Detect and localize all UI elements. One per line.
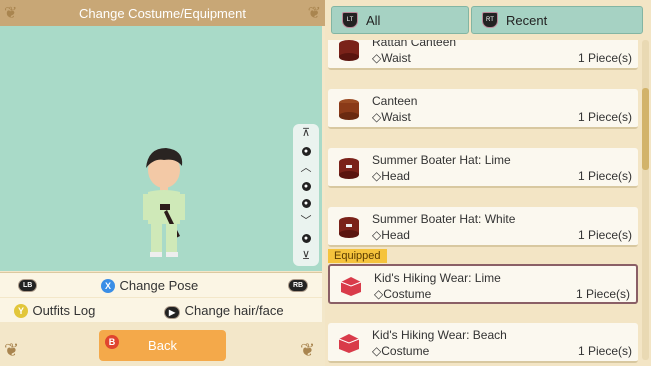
hat-box-icon (339, 217, 359, 238)
costume-box-icon (340, 277, 362, 296)
item-count: 1 Piece(s) (577, 51, 632, 65)
tab-recent[interactable]: RT Recent (471, 6, 643, 34)
lb-button-icon[interactable]: LB (18, 279, 38, 292)
list-item[interactable]: Rattan Canteen ◇Waist 1 Piece(s) (328, 40, 638, 70)
item-slot: ◇Costume (374, 287, 432, 301)
page-title: ❦ Change Costume/Equipment ❦ (0, 0, 325, 26)
canteen-icon (339, 99, 359, 120)
back-button[interactable]: B Back (99, 330, 226, 361)
item-count: 1 Piece(s) (575, 287, 630, 301)
equipped-badge: Equipped (328, 249, 387, 263)
list-item[interactable]: Canteen ◇Waist 1 Piece(s) (328, 89, 638, 129)
pose-row: LB X Change Pose RB (0, 272, 322, 297)
chevron-down-icon[interactable]: ﹀ (301, 215, 312, 227)
item-slot: ◇Costume (372, 344, 430, 358)
ornament-icon: ❦ (4, 340, 20, 360)
item-name: Summer Boater Hat: White (372, 212, 516, 226)
b-button-icon: B (105, 335, 119, 349)
page-title-text: Change Costume/Equipment (79, 5, 246, 21)
item-slot: ◇Waist (372, 51, 411, 65)
lt-button-icon: LT (342, 12, 358, 28)
zoom-button-icon[interactable]: ● (301, 182, 311, 192)
chevron-up-icon[interactable]: ︿ (301, 163, 312, 174)
hat-box-icon (339, 158, 359, 179)
y-button-icon: Y (14, 303, 28, 318)
tab-recent-label: Recent (506, 12, 548, 28)
item-slot: ◇Waist (372, 110, 411, 124)
scroll-bottom-icon[interactable]: ⊻ (302, 250, 310, 262)
camera-toolbar: ⊼ ● ︿ ● ● ﹀ ● ⊻ (293, 124, 319, 266)
change-pose-label: Change Pose (119, 278, 199, 293)
item-list[interactable]: Rattan Canteen ◇Waist 1 Piece(s) Canteen… (325, 40, 641, 366)
costume-box-icon (338, 334, 360, 353)
item-count: 1 Piece(s) (577, 169, 632, 183)
change-hair-face-button[interactable]: ▶ Change hair/face (164, 302, 284, 320)
scroll-top-icon[interactable]: ⊼ (302, 128, 310, 139)
rb-button-icon[interactable]: RB (288, 279, 309, 292)
x-button-icon: X (101, 278, 115, 293)
canteen-icon (339, 40, 359, 61)
reset-button-icon[interactable]: ● (301, 234, 311, 244)
item-name: Kid's Hiking Wear: Lime (374, 271, 501, 285)
tab-all[interactable]: LT All (331, 6, 469, 34)
item-name: Rattan Canteen (372, 40, 457, 49)
item-slot: ◇Head (372, 169, 410, 183)
list-item[interactable]: Kid's Hiking Wear: Beach ◇Costume 1 Piec… (328, 323, 638, 363)
list-item[interactable]: Summer Boater Hat: White ◇Head 1 Piece(s… (328, 207, 638, 247)
item-name: Canteen (372, 94, 418, 108)
item-count: 1 Piece(s) (577, 228, 632, 242)
item-count: 1 Piece(s) (577, 344, 632, 358)
ornament-icon: ❦ (300, 340, 316, 360)
right-stick-icon: ▶ (164, 306, 181, 319)
rt-button-icon: RT (482, 12, 498, 28)
rotate-button-icon[interactable]: ● (301, 146, 311, 156)
change-hair-face-label: Change hair/face (184, 303, 284, 318)
outfits-row: Y Outfits Log ▶ Change hair/face (0, 298, 322, 322)
ornament-icon: ❦ (307, 5, 321, 22)
list-scrollbar-thumb[interactable] (642, 88, 649, 170)
tab-all-label: All (366, 12, 381, 28)
ornament-icon: ❦ (4, 5, 18, 22)
list-item[interactable]: Summer Boater Hat: Lime ◇Head 1 Piece(s) (328, 148, 638, 188)
outfits-log-button[interactable]: Y Outfits Log (14, 302, 95, 320)
list-item-equipped[interactable]: Kid's Hiking Wear: Lime ◇Costume 1 Piece… (328, 264, 638, 304)
item-name: Summer Boater Hat: Lime (372, 153, 511, 167)
item-count: 1 Piece(s) (577, 110, 632, 124)
outfits-log-label: Outfits Log (32, 303, 96, 318)
item-slot: ◇Head (372, 228, 410, 242)
move-button-icon[interactable]: ● (301, 198, 311, 208)
change-pose-button[interactable]: X Change Pose (101, 277, 198, 295)
item-name: Kid's Hiking Wear: Beach (372, 328, 507, 342)
character-avatar[interactable] (136, 140, 192, 258)
back-label: Back (148, 338, 177, 353)
